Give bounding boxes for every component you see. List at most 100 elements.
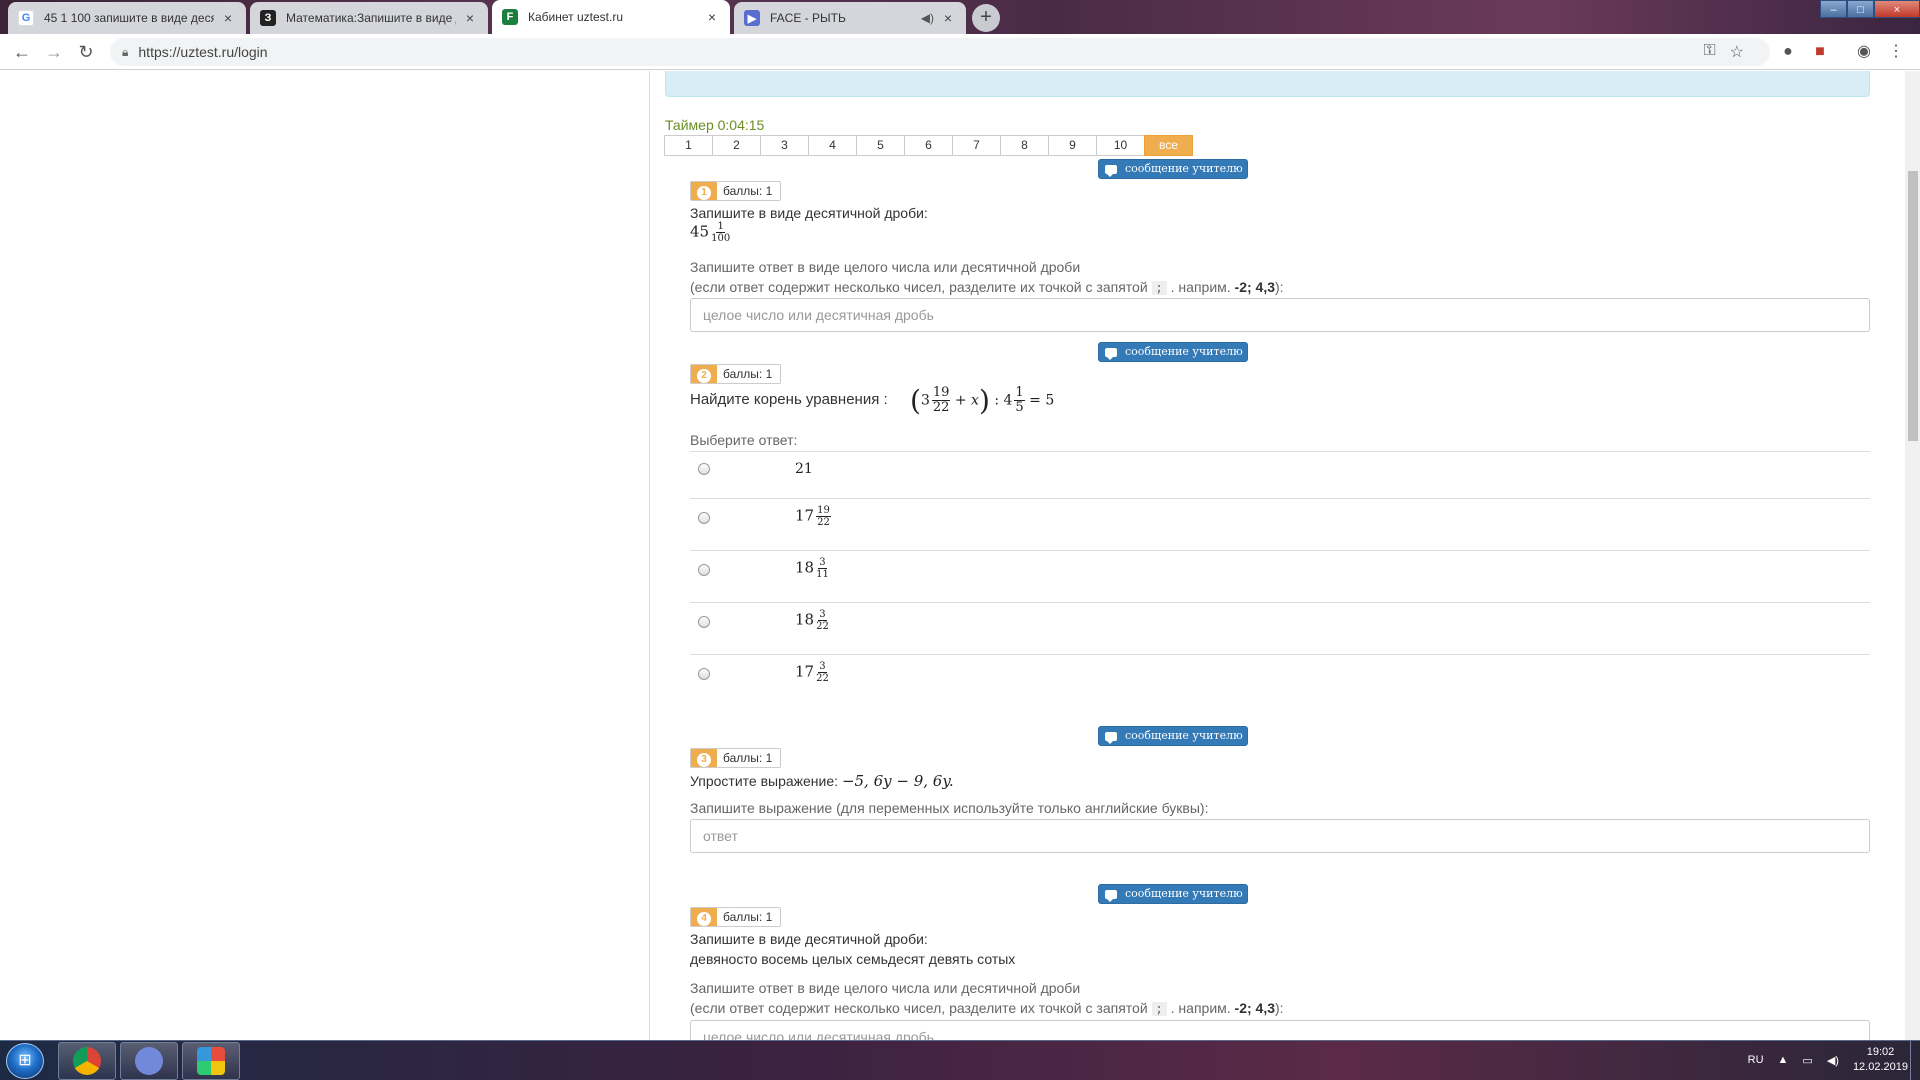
answer-radio[interactable] xyxy=(698,668,710,680)
timer: Таймер 0:04:15 xyxy=(665,117,765,133)
profile-icon[interactable]: ◉ xyxy=(1852,40,1876,64)
clock[interactable]: 19:02 12.02.2019 xyxy=(1853,1045,1908,1075)
question-header: 2 баллы: 1 xyxy=(690,364,782,384)
nav-item-3[interactable]: 3 xyxy=(760,135,809,156)
system-tray: RU ▲ ▭ ◀) 19:02 12.02.2019 xyxy=(1748,1045,1908,1075)
nav-item-all[interactable]: все xyxy=(1144,135,1193,156)
address-bar[interactable]: 🔒︎ https://uztest.ru/login ⚿ ☆ xyxy=(110,38,1770,66)
start-button[interactable]: ⊞ xyxy=(6,1043,44,1079)
network-icon[interactable]: ▭ xyxy=(1802,1054,1812,1067)
message-teacher-button[interactable]: сообщение учителю xyxy=(1098,159,1248,179)
option-value: 21 xyxy=(795,461,813,477)
close-icon[interactable]: × xyxy=(220,10,236,26)
info-banner xyxy=(665,71,1870,97)
cube-icon xyxy=(197,1047,225,1075)
chrome-icon xyxy=(73,1047,101,1075)
left-panel xyxy=(0,71,650,1040)
message-teacher-button[interactable]: сообщение учителю xyxy=(1098,726,1248,746)
tab-google[interactable]: G 45 1 100 запишите в виде десяти × xyxy=(8,2,246,34)
tab-znanija[interactable]: З Математика:Запишите в виде дес × xyxy=(250,2,488,34)
nav-item-2[interactable]: 2 xyxy=(712,135,761,156)
minimize-button[interactable]: – xyxy=(1820,0,1847,18)
choose-answer-label: Выберите ответ: xyxy=(690,432,798,448)
tab-video[interactable]: ▶ FACE - РЫТЬ ◀) × xyxy=(734,2,966,34)
star-icon[interactable]: ☆ xyxy=(1730,42,1744,62)
question-number: 2 xyxy=(691,365,717,383)
maximize-button[interactable]: □ xyxy=(1847,0,1874,18)
browser-toolbar: ← → ↻ 🔒︎ https://uztest.ru/login ⚿ ☆ ● ■… xyxy=(0,34,1920,70)
znanija-icon: З xyxy=(260,10,276,26)
chat-icon xyxy=(1105,164,1117,177)
answer-option[interactable]: 21 xyxy=(690,451,1870,498)
answer-option[interactable]: 18 3 22 xyxy=(690,602,1870,654)
back-icon[interactable]: ← xyxy=(10,40,34,64)
answer-hint: Запишите ответ в виде целого числа или д… xyxy=(690,980,1081,996)
taskbar-game[interactable] xyxy=(182,1042,240,1080)
option-value: 17 3 22 xyxy=(795,661,829,684)
question-number: 1 xyxy=(691,182,717,200)
window-controls: – □ × xyxy=(1820,0,1920,18)
volume-icon[interactable]: ◀) xyxy=(1827,1054,1839,1067)
points-label: баллы: 1 xyxy=(723,184,773,198)
question-prompt: Упростите выражение: −5, 6y − 9, 6y. xyxy=(690,772,954,790)
reload-icon[interactable]: ↻ xyxy=(74,40,98,64)
close-icon[interactable]: × xyxy=(704,9,720,25)
message-button-label: сообщение учителю xyxy=(1125,887,1243,900)
answer-radio[interactable] xyxy=(698,616,710,628)
nav-item-6[interactable]: 6 xyxy=(904,135,953,156)
nav-item-10[interactable]: 10 xyxy=(1096,135,1145,156)
answer-radio[interactable] xyxy=(698,463,710,475)
close-icon[interactable]: × xyxy=(462,10,478,26)
close-window-button[interactable]: × xyxy=(1874,0,1920,18)
new-tab-button[interactable]: + xyxy=(972,4,1000,32)
points-label: баллы: 1 xyxy=(723,751,773,765)
answer-input[interactable] xyxy=(690,1020,1870,1040)
nav-item-4[interactable]: 4 xyxy=(808,135,857,156)
forward-icon[interactable]: → xyxy=(42,40,66,64)
close-icon[interactable]: × xyxy=(940,10,956,26)
message-teacher-button[interactable]: сообщение учителю xyxy=(1098,342,1248,362)
question-header: 3 баллы: 1 xyxy=(690,748,782,768)
option-value: 18 3 22 xyxy=(795,609,829,632)
tab-uztest[interactable]: F Кабинет uztest.ru × xyxy=(492,0,730,34)
answer-option[interactable]: 18 3 11 xyxy=(690,550,1870,602)
nav-item-9[interactable]: 9 xyxy=(1048,135,1097,156)
message-teacher-button[interactable]: сообщение учителю xyxy=(1098,884,1248,904)
answer-input[interactable] xyxy=(690,819,1870,853)
key-icon[interactable]: ⚿ xyxy=(1703,42,1715,62)
show-hidden-icons-icon[interactable]: ▲ xyxy=(1778,1054,1789,1066)
extension-icon[interactable]: ● xyxy=(1776,40,1800,64)
message-button-label: сообщение учителю xyxy=(1125,345,1243,358)
answer-input[interactable] xyxy=(690,298,1870,332)
page-scrollbar[interactable] xyxy=(1905,71,1920,1040)
nav-item-7[interactable]: 7 xyxy=(952,135,1001,156)
extension-badge-icon[interactable]: ■ xyxy=(1808,40,1832,64)
lock-icon: 🔒︎ xyxy=(122,44,129,59)
question-header: 4 баллы: 1 xyxy=(690,907,782,927)
tab-title: Кабинет uztest.ru xyxy=(528,10,623,24)
message-button-label: сообщение учителю xyxy=(1125,162,1243,175)
nav-item-5[interactable]: 5 xyxy=(856,135,905,156)
chat-icon xyxy=(1105,347,1117,360)
question-navigation: 1 2 3 4 5 6 7 8 9 10 все xyxy=(664,135,1193,156)
windows-taskbar: ⊞ RU ▲ ▭ ◀) 19:02 12.02.2019 xyxy=(0,1040,1920,1080)
speaker-icon[interactable]: ◀) xyxy=(921,11,934,25)
menu-icon[interactable]: ⋮ xyxy=(1884,40,1908,64)
nav-item-8[interactable]: 8 xyxy=(1000,135,1049,156)
taskbar-discord[interactable] xyxy=(120,1042,178,1080)
answer-radio[interactable] xyxy=(698,564,710,576)
answer-option[interactable]: 17 19 22 xyxy=(690,498,1870,550)
question-number: 3 xyxy=(691,749,717,767)
url-text: https://uztest.ru/login xyxy=(138,44,268,60)
uztest-icon: F xyxy=(502,9,518,25)
show-desktop-button[interactable] xyxy=(1910,1041,1920,1080)
answer-hint-format: (если ответ содержит несколько чисел, ра… xyxy=(690,1000,1284,1016)
taskbar-chrome[interactable] xyxy=(58,1042,116,1080)
answer-radio[interactable] xyxy=(698,512,710,524)
scrollbar-thumb[interactable] xyxy=(1908,171,1918,441)
nav-item-1[interactable]: 1 xyxy=(664,135,713,156)
tab-title: FACE - РЫТЬ xyxy=(770,11,846,25)
answer-option[interactable]: 17 3 22 xyxy=(690,654,1870,706)
clock-date: 12.02.2019 xyxy=(1852,1061,1908,1073)
language-indicator[interactable]: RU xyxy=(1748,1054,1764,1066)
